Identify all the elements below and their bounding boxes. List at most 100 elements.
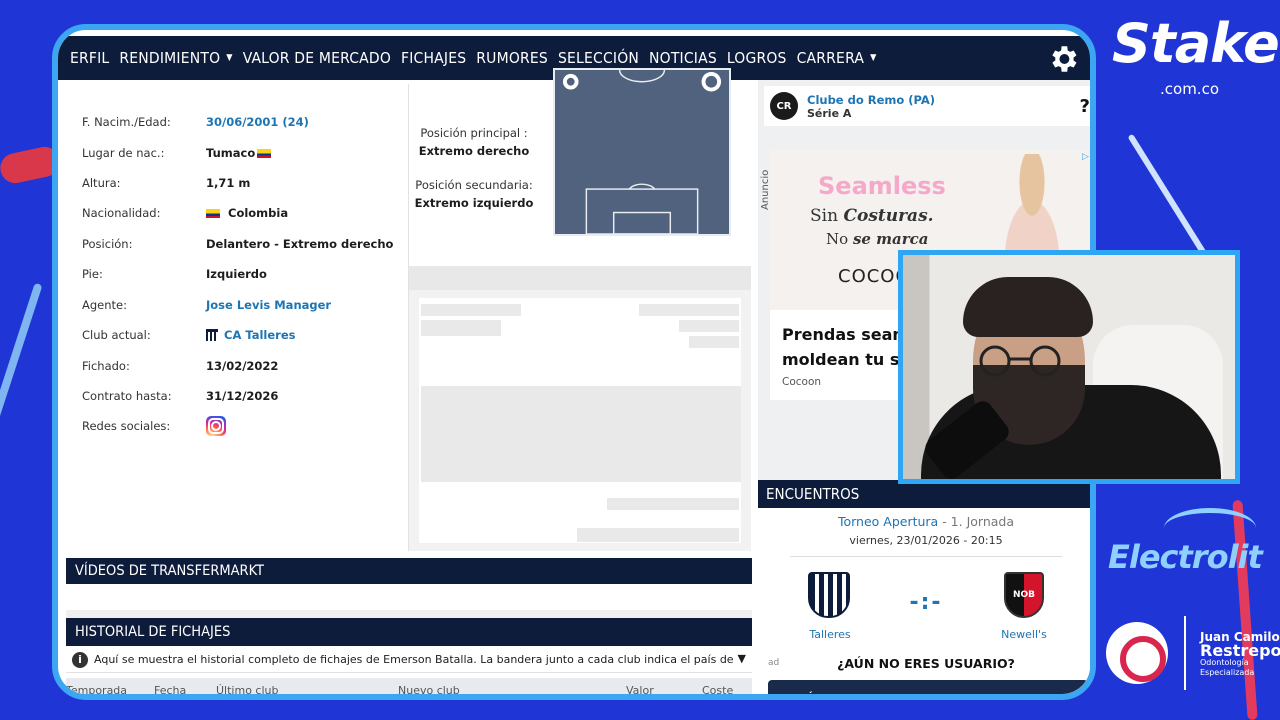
col-value[interactable]: Valor [626, 684, 654, 694]
info-label: Lugar de nac.: [82, 146, 165, 160]
bg-stroke-light [0, 282, 43, 438]
videos-section-header: VÍDEOS DE TRANSFERMARKT [66, 558, 752, 584]
info-row-contract: Contrato hasta: 31/12/2026 [82, 386, 278, 406]
position-pitch-diagram [553, 68, 731, 236]
ad-sin-costuras: Sin Costuras. [810, 206, 934, 226]
info-label: F. Nacim./Edad: [82, 115, 171, 129]
ad-no-word: No [826, 230, 849, 248]
info-label: Contrato hasta: [82, 389, 172, 403]
dental-clinic-logo-icon [1106, 622, 1168, 684]
matches-section-header: ENCUENTROS [758, 480, 1090, 508]
remo-crest-icon: CR [770, 92, 798, 120]
register-bonus-button[interactable]: ¡REGÍSTRATE Y RECIBE TU BONO DE BIENVENI… [768, 680, 1088, 694]
info-row-birthplace: Lugar de nac.: Tumaco [82, 143, 277, 163]
nav-valor-de-mercado[interactable]: VALOR DE MERCADO [243, 49, 391, 67]
streamer-webcam [898, 250, 1240, 484]
match-tournament[interactable]: Torneo Apertura - 1. Jornada [758, 514, 1090, 529]
matchday: - 1. Jornada [942, 514, 1015, 529]
info-label: Fichado: [82, 359, 130, 373]
col-new-club[interactable]: Nuevo club [398, 684, 460, 694]
stake-domain: .com.co [1160, 80, 1219, 98]
history-note-text: Aquí se muestra el historial completo de… [94, 653, 734, 666]
info-value: 31/12/2026 [206, 389, 279, 403]
related-club-name[interactable]: Clube do Remo (PA) [807, 93, 935, 107]
history-title: HISTORIAL DE FICHAJES [75, 624, 231, 640]
info-value: 1,71 m [206, 176, 251, 190]
away-team-link[interactable]: Newell's [984, 628, 1064, 641]
nav-fichajes[interactable]: FICHAJES [401, 49, 466, 67]
info-row-height: Altura: 1,71 m [82, 173, 250, 193]
info-row-foot: Pie: Izquierdo [82, 264, 267, 284]
info-row-club: Club actual: CA Talleres [82, 325, 295, 345]
unknown-marker: ? [1079, 96, 1090, 117]
loading-widget [409, 266, 751, 551]
sponsor-divider [1184, 616, 1186, 690]
col-last-club[interactable]: Último club [216, 684, 278, 694]
instagram-icon[interactable] [206, 416, 226, 436]
related-club-league: Série A [807, 106, 852, 120]
electrolit-logo: Electrolit [1108, 538, 1263, 576]
info-value: Colombia [206, 206, 288, 220]
colombia-flag-icon [206, 208, 220, 218]
birthplace-text: Tumaco [206, 146, 256, 160]
chevron-down-icon: ▼ [226, 53, 233, 63]
adchoices-icon[interactable]: ▷ [1082, 152, 1090, 162]
videos-title: VÍDEOS DE TRANSFERMARKT [75, 563, 265, 579]
info-row-social: Redes sociales: [82, 416, 226, 436]
nav-logros[interactable]: LOGROS [727, 49, 787, 67]
ad-headline-line1: Prendas seam [782, 325, 910, 344]
chevron-down-icon: ▼ [870, 53, 877, 63]
ad-headline[interactable]: Prendas seam moldean tu sil [782, 322, 910, 372]
info-value: Delantero - Extremo derecho [206, 237, 394, 251]
info-label: Pie: [82, 267, 103, 281]
newells-crest-icon[interactable]: NOB [1004, 572, 1044, 618]
match-score[interactable]: -:- [904, 590, 948, 615]
history-section-header: HISTORIAL DE FICHAJES [66, 618, 752, 646]
info-value: Izquierdo [206, 267, 267, 281]
info-value: Tumaco [206, 146, 277, 160]
agent-link[interactable]: Jose Levis Manager [206, 298, 331, 312]
newells-badge-text: NOB [1012, 590, 1036, 600]
home-team-link[interactable]: Talleres [790, 628, 870, 641]
ad-headline-line2: moldean tu sil [782, 350, 911, 369]
history-info-note[interactable]: i Aquí se muestra el historial completo … [66, 647, 752, 673]
colombia-flag-icon [257, 148, 272, 158]
nationality-text: Colombia [228, 206, 289, 220]
stake-logo: Stake [1112, 12, 1280, 75]
main-position-label: Posición principal : [420, 126, 528, 140]
info-value: 13/02/2022 [206, 359, 279, 373]
player-info-panel: F. Nacim./Edad: 30/06/2001 (24) Lugar de… [66, 84, 408, 551]
loading-header [409, 266, 751, 290]
match-date: viernes, 23/01/2026 - 20:15 [849, 534, 1003, 547]
match-divider [790, 556, 1062, 557]
nav-carrera[interactable]: CARRERA ▼ [797, 49, 877, 67]
nav-perfil[interactable]: ERFIL [70, 49, 109, 67]
history-table-header: Temporada Fecha Último club Nuevo club V… [66, 678, 752, 694]
birthdate-link[interactable]: 30/06/2001 (24) [206, 115, 309, 129]
info-row-nationality: Nacionalidad: Colombia [82, 203, 288, 223]
dentist-name-block: Juan Camilo Restrepo Odontología Especia… [1200, 630, 1280, 678]
related-club-card[interactable]: CR Clube do Remo (PA) Série A ? [764, 86, 1090, 126]
secondary-position-value: Extremo izquierdo [414, 196, 534, 210]
tournament-name[interactable]: Torneo Apertura [838, 514, 938, 529]
info-label: Agente: [82, 298, 127, 312]
col-date[interactable]: Fecha [154, 684, 186, 694]
current-club-link[interactable]: CA Talleres [206, 328, 295, 342]
club-crest-icon [206, 329, 218, 341]
col-season[interactable]: Temporada [66, 684, 127, 694]
section-gap [66, 610, 752, 618]
info-icon: i [72, 651, 88, 668]
col-fee[interactable]: Coste [702, 684, 733, 694]
chevron-down-icon[interactable]: ▼ [738, 652, 746, 665]
gear-icon[interactable] [1046, 42, 1080, 76]
info-row-position: Posición: Delantero - Extremo derecho [82, 234, 393, 254]
nav-seleccion[interactable]: SELECCIÓN [558, 49, 639, 67]
nav-rumores[interactable]: RUMORES [476, 49, 548, 67]
talleres-crest-icon[interactable] [808, 572, 850, 618]
main-position-value: Extremo derecho [418, 144, 530, 158]
club-name: CA Talleres [224, 328, 296, 342]
ad-no-se-marca: No se marca [826, 230, 929, 248]
nav-rendimiento[interactable]: RENDIMIENTO ▼ [119, 49, 232, 67]
info-row-agent: Agente: Jose Levis Manager [82, 295, 331, 315]
nav-noticias[interactable]: NOTICIAS [649, 49, 717, 67]
